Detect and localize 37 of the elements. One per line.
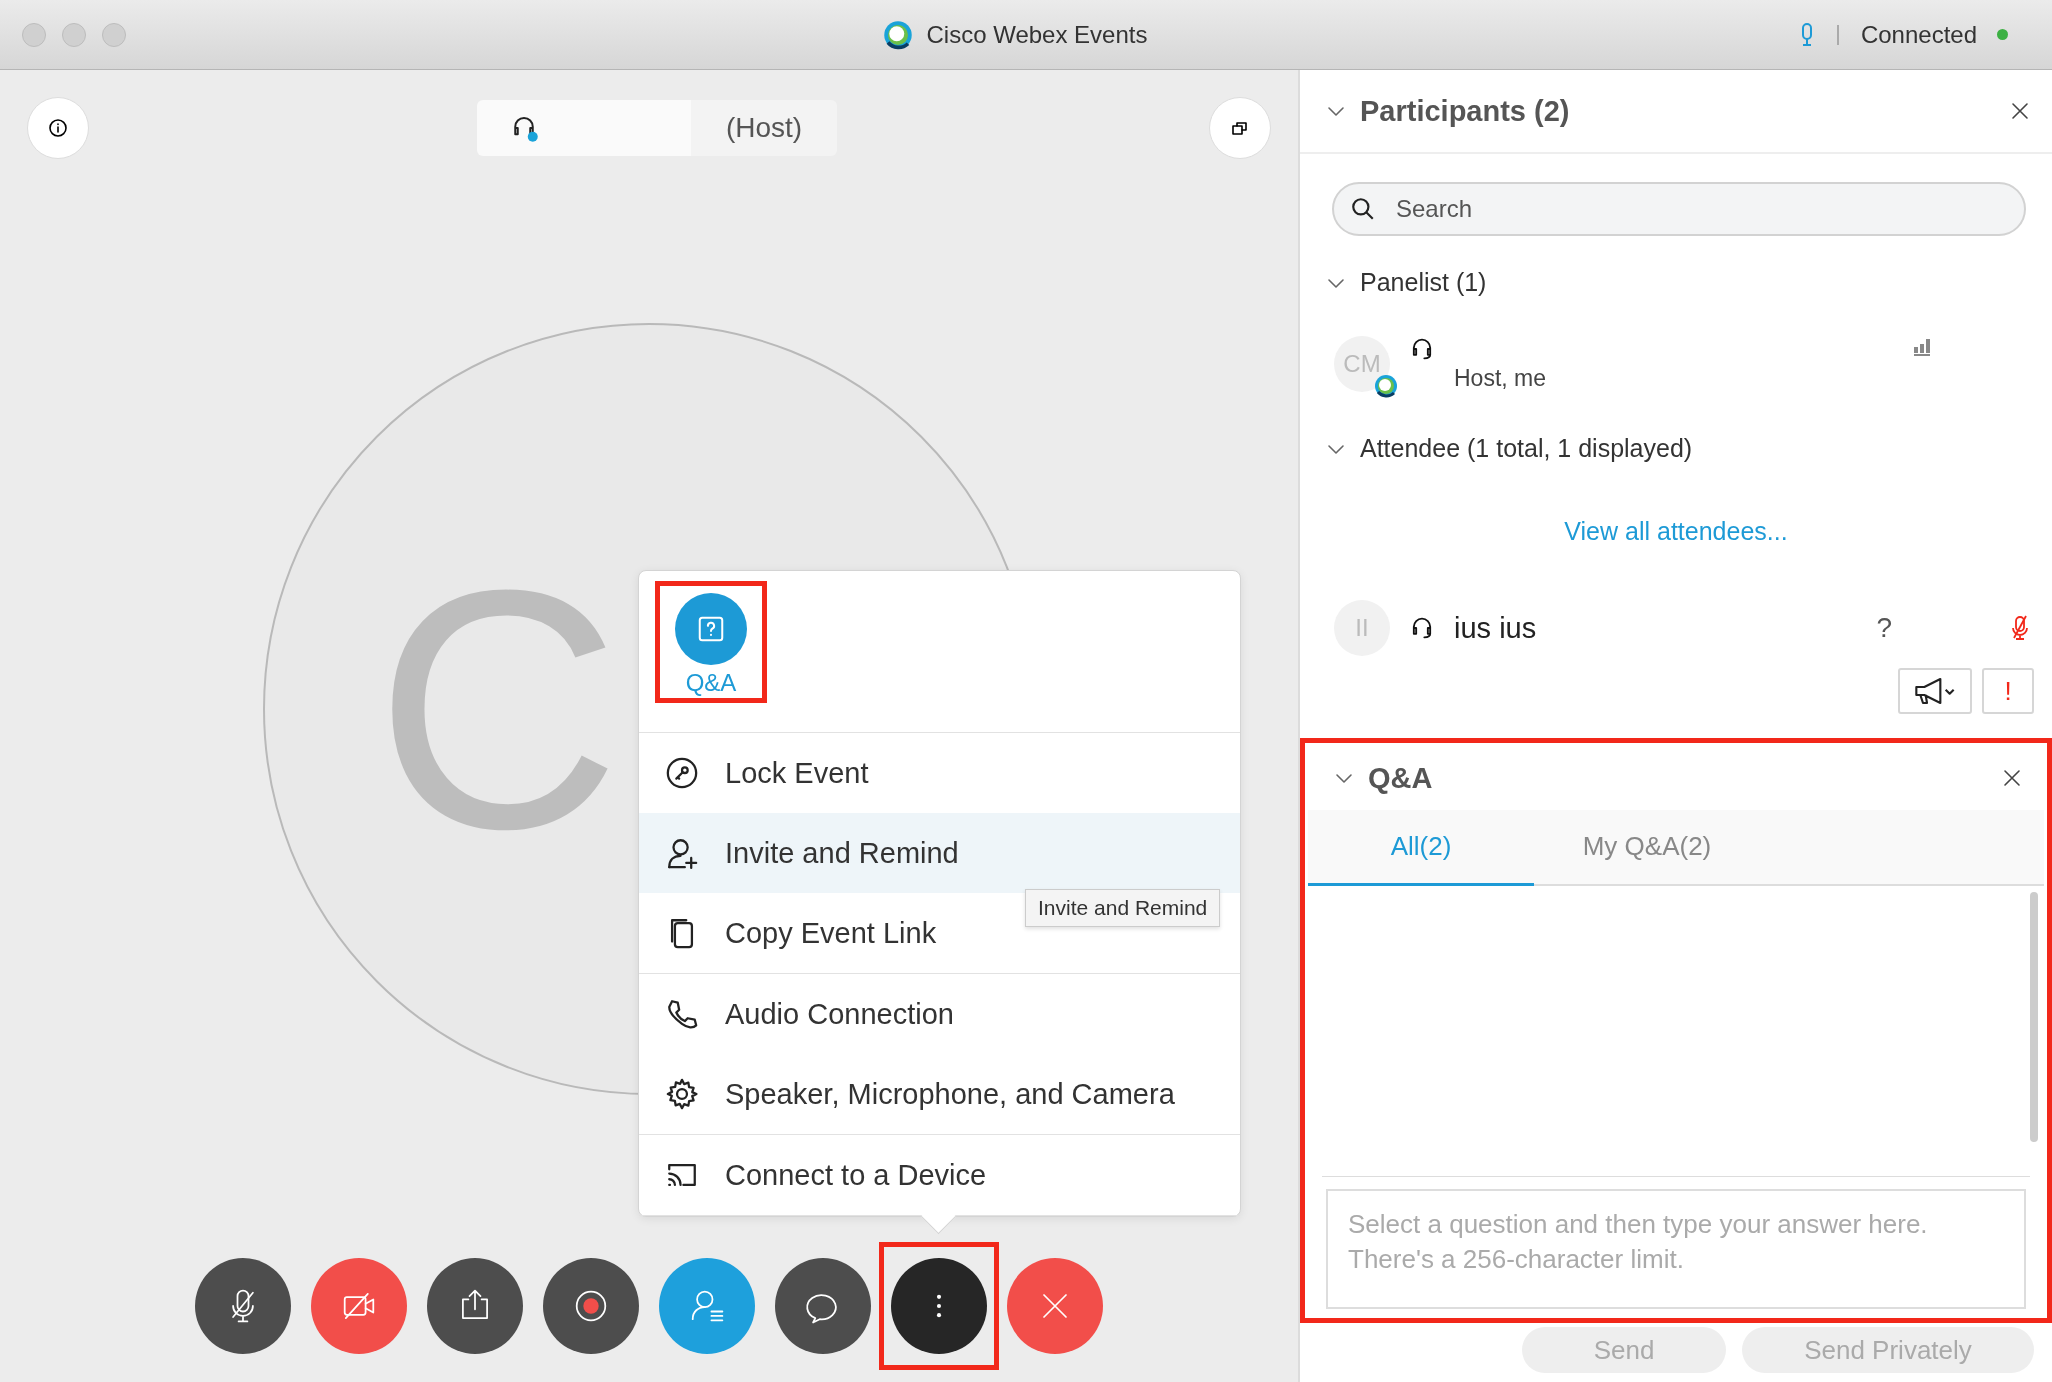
panel-title: Q&A xyxy=(1368,761,1434,795)
menu-item[interactable]: Speaker, Microphone, and Camera xyxy=(639,1054,1195,1134)
phone-icon xyxy=(665,997,699,1031)
participant-name: ius ius xyxy=(1454,611,1538,645)
menu-item[interactable]: Audio Connection xyxy=(639,974,974,1054)
window-title: Cisco Webex Events xyxy=(926,20,1148,49)
close-icon xyxy=(2010,101,2030,121)
settings-icon xyxy=(665,1077,699,1111)
section-label[interactable]: Panelist (1) xyxy=(1360,268,1487,297)
menu-item[interactable]: Copy Event Link xyxy=(639,893,957,973)
question-icon xyxy=(696,614,726,644)
info-icon xyxy=(48,118,68,138)
alert-button[interactable]: ! xyxy=(1982,668,2034,714)
search-icon xyxy=(1350,196,1376,222)
tooltip: Invite and Remind xyxy=(1025,889,1221,927)
question-mark: ? xyxy=(1876,612,1892,644)
webex-logo-icon xyxy=(1374,373,1398,398)
answer-field[interactable]: Select a question and then type your answer here. There's a 256-character limit. xyxy=(1326,1189,2026,1309)
search-field[interactable]: Search xyxy=(1332,182,2026,236)
panel-title: Participants (2) xyxy=(1360,94,1571,128)
scrollbar[interactable] xyxy=(2030,892,2038,1142)
add-person-icon xyxy=(665,836,699,870)
menu-item[interactable]: Invite and Remind xyxy=(639,813,1240,893)
megaphone-dropdown[interactable] xyxy=(1898,668,1972,714)
host-role: (Host) xyxy=(691,100,837,156)
more-icon xyxy=(936,1294,942,1318)
section-label[interactable]: Attendee (1 total, 1 displayed) xyxy=(1360,434,1693,463)
close-button[interactable] xyxy=(2002,768,2022,788)
connection-status: Connected xyxy=(1860,20,1977,49)
participant-role: Host, me xyxy=(1454,365,1548,392)
menu-item[interactable]: Lock Event xyxy=(639,733,889,813)
key-icon xyxy=(665,756,699,790)
menu-item[interactable]: Connect to a Device xyxy=(639,1135,1007,1215)
webex-logo-icon xyxy=(882,19,913,50)
search-input[interactable]: Search xyxy=(1394,194,2024,224)
close-icon xyxy=(2002,768,2022,788)
close-button[interactable] xyxy=(2010,101,2030,121)
